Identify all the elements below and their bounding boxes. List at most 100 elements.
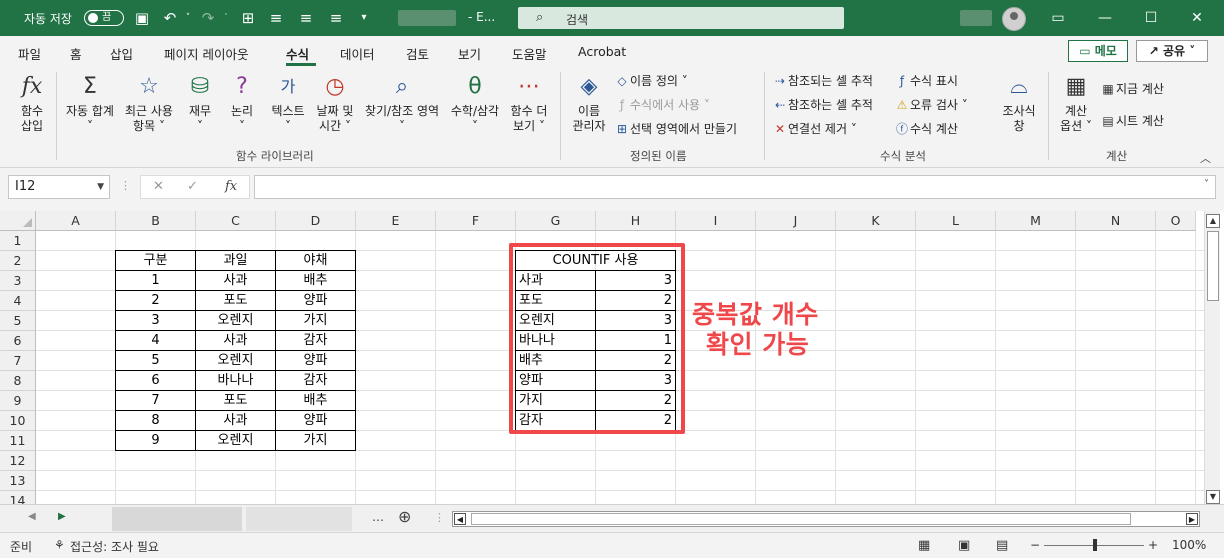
row-header[interactable]: 1: [0, 231, 36, 251]
table-header-cell[interactable]: 구분: [115, 250, 196, 271]
tab-home[interactable]: 홈: [70, 44, 82, 63]
align-right-icon[interactable]: ≡: [326, 8, 346, 28]
minimize-icon[interactable]: —: [1090, 6, 1120, 30]
row-header[interactable]: 6: [0, 331, 36, 351]
memo-button[interactable]: ▭ 메모: [1068, 40, 1128, 62]
tab-review[interactable]: 검토: [406, 44, 429, 63]
scroll-thumb[interactable]: [1207, 231, 1219, 301]
autosave-toggle[interactable]: 끔: [84, 10, 124, 26]
customize-qat-icon[interactable]: ▾: [354, 8, 374, 28]
table-cell[interactable]: 사과: [195, 330, 276, 351]
cancel-icon[interactable]: ✕: [153, 179, 164, 194]
save-icon[interactable]: ▣: [132, 8, 152, 28]
undo-dropdown-icon[interactable]: ˅: [178, 8, 198, 28]
accessibility-status[interactable]: 접근성: 조사 필요: [70, 538, 159, 555]
trace-precedents-button[interactable]: ⇢ 참조되는 셀 추적: [772, 73, 873, 89]
column-header[interactable]: J: [756, 211, 836, 231]
horizontal-scroll-thumb[interactable]: [471, 513, 1131, 525]
horizontal-scrollbar[interactable]: ◀ ▶: [452, 511, 1200, 527]
align-left-icon[interactable]: ≡: [266, 8, 286, 28]
collapse-ribbon-icon[interactable]: ︿: [1200, 150, 1211, 166]
tab-file[interactable]: 파일: [18, 44, 41, 63]
column-header[interactable]: M: [996, 211, 1076, 231]
table-cell[interactable]: 사과: [195, 410, 276, 431]
watch-window-button[interactable]: ⌓ 조사식 창: [996, 72, 1042, 134]
ribbon-display-icon[interactable]: ▭: [1043, 6, 1073, 30]
table-cell[interactable]: 8: [115, 410, 196, 431]
table-header-cell[interactable]: 야채: [275, 250, 356, 271]
search-box[interactable]: ⌕ 검색: [518, 7, 844, 29]
redo-dropdown-icon[interactable]: ˅: [216, 8, 236, 28]
logical-button[interactable]: ? 논리 ˅: [222, 72, 262, 134]
tab-formulas[interactable]: 수식: [286, 44, 309, 63]
scroll-right-icon[interactable]: ▶: [1186, 513, 1198, 525]
table-cell[interactable]: 바나나: [195, 370, 276, 391]
name-manager-button[interactable]: ◈ 이름 관리자: [566, 72, 612, 134]
recently-used-button[interactable]: ☆ 최근 사용 항목 ˅: [120, 72, 178, 134]
row-header[interactable]: 11: [0, 431, 36, 451]
tab-help[interactable]: 도움말: [512, 44, 547, 63]
align-center-icon[interactable]: ≡: [296, 8, 316, 28]
table-cell[interactable]: 양파: [275, 290, 356, 311]
table-cell[interactable]: 9: [115, 430, 196, 451]
accessibility-icon[interactable]: ⚘: [54, 538, 65, 552]
remove-arrows-button[interactable]: ✕ 연결선 제거 ˅: [772, 121, 857, 137]
datetime-button[interactable]: ◷ 날짜 및 시간 ˅: [312, 72, 358, 134]
column-header[interactable]: O: [1156, 211, 1196, 231]
expand-formula-bar-icon[interactable]: ˅: [1204, 179, 1209, 190]
text-button[interactable]: 가 텍스트 ˅: [264, 72, 312, 134]
name-box[interactable]: I12 ▼: [8, 175, 110, 199]
column-header[interactable]: C: [196, 211, 276, 231]
column-header[interactable]: N: [1076, 211, 1156, 231]
tab-view[interactable]: 보기: [458, 44, 481, 63]
table-cell[interactable]: 4: [115, 330, 196, 351]
row-header[interactable]: 12: [0, 451, 36, 471]
next-sheet-icon[interactable]: ▶: [58, 511, 66, 522]
prev-sheet-icon[interactable]: ◀: [28, 511, 36, 522]
redo-icon[interactable]: ↷: [198, 8, 218, 28]
table-cell[interactable]: 5: [115, 350, 196, 371]
tab-acrobat[interactable]: Acrobat: [578, 44, 626, 59]
row-header[interactable]: 3: [0, 271, 36, 291]
table-cell[interactable]: 양파: [275, 350, 356, 371]
evaluate-formula-button[interactable]: ⓕ 수식 계산: [894, 121, 958, 137]
column-header[interactable]: A: [36, 211, 116, 231]
row-header[interactable]: 13: [0, 471, 36, 491]
zoom-level[interactable]: 100%: [1172, 538, 1206, 552]
scroll-up-icon[interactable]: ▲: [1206, 214, 1220, 228]
table-cell[interactable]: 배추: [275, 390, 356, 411]
normal-view-icon[interactable]: ▦: [918, 538, 930, 553]
more-sheets-icon[interactable]: …: [372, 510, 384, 524]
vertical-scrollbar[interactable]: ▲ ▼: [1204, 211, 1220, 504]
table-cell[interactable]: 배추: [275, 270, 356, 291]
row-header[interactable]: 14: [0, 491, 36, 504]
financial-button[interactable]: ⛁ 재무 ˅: [180, 72, 220, 134]
table-cell[interactable]: 1: [115, 270, 196, 291]
column-header[interactable]: D: [276, 211, 356, 231]
table-cell[interactable]: 감자: [275, 330, 356, 351]
autosum-button[interactable]: Σ 자동 합계 ˅: [62, 72, 118, 134]
name-box-dropdown-icon[interactable]: ▼: [97, 176, 104, 198]
share-button[interactable]: ↗ 공유 ˅: [1136, 40, 1208, 62]
column-header[interactable]: H: [596, 211, 676, 231]
add-sheet-icon[interactable]: ⊕: [398, 507, 411, 526]
column-header[interactable]: L: [916, 211, 996, 231]
sheet-tab[interactable]: [246, 507, 352, 531]
tab-insert[interactable]: 삽입: [110, 44, 133, 63]
create-from-selection-button[interactable]: ⊞ 선택 영역에서 만들기: [614, 121, 737, 137]
select-all-button[interactable]: [0, 211, 36, 231]
table-cell[interactable]: 2: [115, 290, 196, 311]
scroll-left-icon[interactable]: ◀: [454, 513, 466, 525]
table-cell[interactable]: 사과: [195, 270, 276, 291]
calc-sheet-button[interactable]: ▤ 시트 계산: [1100, 113, 1164, 129]
define-name-button[interactable]: ◇ 이름 정의 ˅: [614, 73, 687, 89]
column-header[interactable]: B: [116, 211, 196, 231]
scroll-down-icon[interactable]: ▼: [1206, 490, 1220, 504]
avatar[interactable]: [1002, 7, 1026, 31]
zoom-in-icon[interactable]: +: [1148, 538, 1158, 552]
table-cell[interactable]: 가지: [275, 310, 356, 331]
table-cell[interactable]: 양파: [275, 410, 356, 431]
lookup-button[interactable]: ⌕ 찾기/참조 영역 ˅: [360, 72, 444, 134]
row-header[interactable]: 9: [0, 391, 36, 411]
calc-options-button[interactable]: ▦ 계산 옵션 ˅: [1054, 72, 1098, 134]
